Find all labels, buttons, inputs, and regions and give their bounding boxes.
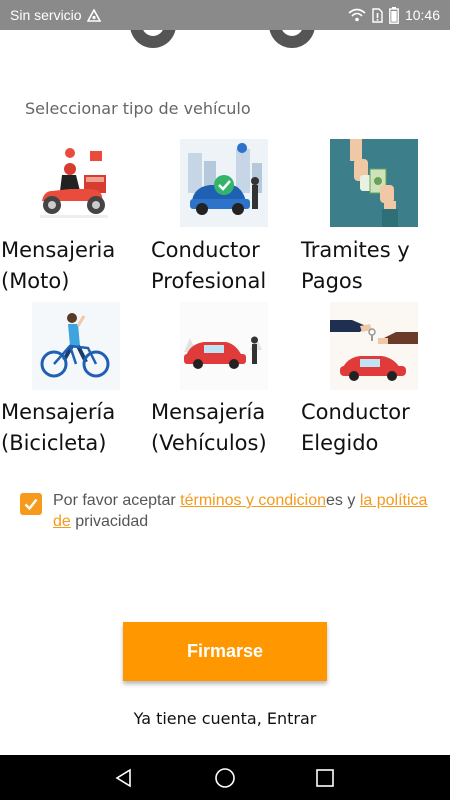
vehicle-option-bicicleta[interactable]: Mensajería (Bicicleta) [0, 302, 150, 462]
sim-icon [372, 7, 383, 23]
vehicle-option-label: Mensajería (Bicicleta) [1, 400, 116, 455]
terms-suffix: privacidad [70, 513, 149, 530]
vehicle-option-label: Tramites y Pagos [301, 238, 410, 293]
vehicle-option-tramites[interactable]: Tramites y Pagos [300, 139, 450, 299]
scrolled-header [0, 30, 450, 60]
vehicle-option-conductor-elegido[interactable]: Conductor Elegido [300, 302, 450, 462]
vehicle-option-label: Conductor Elegido [301, 400, 410, 455]
wifi-icon [348, 8, 366, 22]
clock-text: 10:46 [404, 7, 440, 23]
status-bar: Sin servicio 10:46 [0, 0, 450, 30]
payments-icon [330, 139, 418, 227]
terms-consent: Por favor aceptar términos y condiciones… [20, 490, 430, 532]
checkmark-icon [24, 498, 38, 511]
back-icon[interactable] [113, 767, 135, 789]
radio-option-icon[interactable] [130, 30, 176, 48]
professional-driver-icon [180, 139, 268, 227]
bicycle-courier-icon [32, 302, 120, 390]
vehicle-option-label: Conductor Profesional [151, 238, 267, 293]
terms-link[interactable]: términos y condicion [180, 492, 326, 509]
car-courier-icon [180, 302, 268, 390]
terms-middle: es y [326, 492, 360, 509]
terms-prefix: Por favor aceptar [53, 492, 181, 509]
home-icon[interactable] [214, 767, 236, 789]
recents-icon[interactable] [314, 767, 336, 789]
system-nav-bar [0, 755, 450, 800]
designated-driver-icon [330, 302, 418, 390]
radio-option-icon[interactable] [269, 30, 315, 48]
sync-icon [86, 8, 101, 22]
motorcycle-courier-icon [30, 139, 118, 227]
carrier-text: Sin servicio [10, 7, 82, 23]
vehicle-option-label: Mensajeria (Moto) [1, 238, 116, 293]
vehicle-option-vehiculos[interactable]: Mensajería (Vehículos) [150, 302, 300, 462]
login-link[interactable]: Ya tiene cuenta, Entrar [0, 709, 450, 728]
section-label: Seleccionar tipo de vehículo [25, 99, 251, 118]
terms-text: Por favor aceptar términos y condiciones… [53, 490, 430, 532]
terms-checkbox[interactable] [20, 493, 42, 515]
battery-icon [389, 6, 399, 24]
vehicle-option-moto[interactable]: Mensajeria (Moto) [0, 139, 150, 299]
signup-button[interactable]: Firmarse [123, 622, 327, 681]
vehicle-option-conductor-profesional[interactable]: Conductor Profesional [150, 139, 300, 299]
vehicle-option-label: Mensajería (Vehículos) [151, 400, 267, 455]
